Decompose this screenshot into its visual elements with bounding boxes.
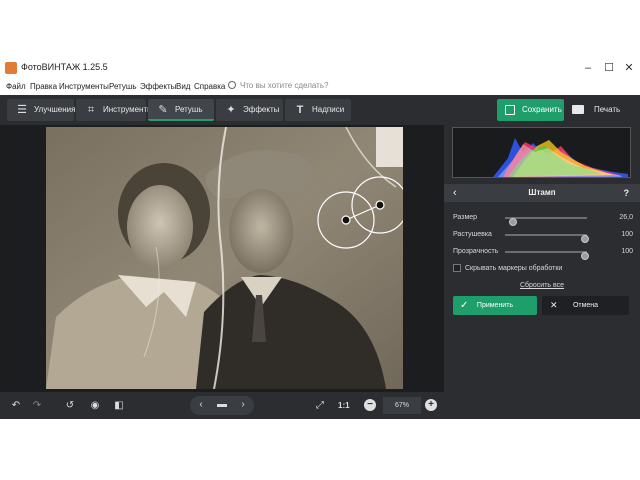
- size-value: 26,0: [619, 214, 633, 221]
- save-label: Сохранить: [522, 105, 562, 114]
- feather-value: 100: [621, 231, 633, 238]
- apply-button[interactable]: ✓ Применить: [453, 296, 537, 315]
- opacity-slider[interactable]: [505, 251, 589, 260]
- apply-label: Применить: [476, 302, 514, 309]
- menu-view[interactable]: Вид: [176, 82, 190, 91]
- print-button[interactable]: Печать: [570, 99, 630, 121]
- feather-label: Растушевка: [453, 231, 492, 238]
- file-navigation: ‹ ▬ ›: [190, 396, 254, 415]
- menu-retouch[interactable]: Ретушь: [109, 82, 137, 91]
- search-icon: [228, 81, 236, 89]
- crop-icon: ⌗: [87, 104, 95, 116]
- next-photo-icon[interactable]: ›: [234, 396, 252, 414]
- reset-all-link[interactable]: Сбросить все: [444, 282, 640, 289]
- magic-wand-icon: ✦: [226, 104, 236, 116]
- fit-to-screen-icon[interactable]: ⤢: [311, 397, 329, 415]
- back-arrow-icon[interactable]: ‹: [453, 184, 457, 202]
- main-toolbar: ☰ Улучшения ⌗ Инструменты ✎ Ретушь ✦ Эффекты…: [0, 95, 640, 125]
- size-slider-thumb[interactable]: [509, 218, 517, 226]
- text-icon: T: [296, 104, 304, 116]
- photo-canvas[interactable]: [46, 127, 403, 389]
- tab-effects[interactable]: ✦ Эффекты: [216, 99, 283, 121]
- tab-tools[interactable]: ⌗ Инструменты: [76, 99, 153, 121]
- size-slider[interactable]: [505, 217, 587, 226]
- feather-slider-thumb[interactable]: [581, 235, 589, 243]
- search-placeholder: Что вы хотите сделать?: [240, 81, 329, 90]
- reset-rotate-icon[interactable]: ↺: [61, 397, 79, 415]
- bottom-bar: ↶ ↷ ↺ ◉ ◧ ‹ ▬ › ⤢ 1:1 − 67% +: [0, 392, 444, 419]
- sliders-icon: ☰: [17, 104, 27, 116]
- menu-file[interactable]: Файл: [6, 82, 26, 91]
- tab-label: Эффекты: [243, 105, 280, 114]
- compare-icon[interactable]: ◧: [110, 397, 128, 415]
- cancel-label: Отмена: [572, 302, 599, 309]
- title-bar: ФотоВИНТАЖ 1.25.5 – ☐ ✕: [0, 57, 640, 79]
- redo-icon[interactable]: ↷: [28, 397, 46, 415]
- hide-markers-label: Скрывать маркеры обработки: [465, 264, 563, 272]
- tab-label: Надписи: [312, 105, 345, 114]
- panel-title: Штамп: [528, 188, 556, 197]
- tab-label: Ретушь: [175, 105, 203, 114]
- close-window-button[interactable]: ✕: [618, 59, 640, 77]
- hide-markers-checkbox[interactable]: [453, 264, 461, 272]
- close-icon: ✕: [550, 300, 558, 310]
- hide-markers-option[interactable]: Скрывать маркеры обработки: [453, 264, 562, 272]
- brush-icon: ✎: [158, 104, 168, 116]
- zoom-level[interactable]: 67%: [383, 397, 421, 414]
- tab-label: Инструменты: [103, 105, 153, 114]
- tab-captions[interactable]: T Надписи: [285, 99, 351, 121]
- undo-icon[interactable]: ↶: [7, 397, 25, 415]
- menu-effects[interactable]: Эффекты: [140, 82, 176, 91]
- canvas-area[interactable]: [0, 125, 444, 392]
- app-logo-icon: [5, 62, 17, 74]
- size-slider-row: Размер 26,0: [453, 212, 633, 226]
- opacity-slider-thumb[interactable]: [581, 252, 589, 260]
- opacity-slider-row: Прозрачность 100: [453, 246, 633, 260]
- size-label: Размер: [453, 214, 478, 221]
- maximize-button[interactable]: ☐: [598, 59, 620, 77]
- app-title: ФотоВИНТАЖ 1.25.5: [21, 62, 108, 72]
- save-button[interactable]: Сохранить: [497, 99, 564, 121]
- panel-header: ‹ Штамп ?: [444, 184, 640, 202]
- command-search[interactable]: Что вы хотите сделать?: [228, 80, 328, 90]
- opacity-label: Прозрачность: [453, 248, 499, 255]
- cancel-button[interactable]: ✕ Отмена: [542, 296, 629, 315]
- tab-label: Улучшения: [34, 105, 76, 114]
- feather-slider-row: Растушевка 100: [453, 229, 633, 243]
- minimize-button[interactable]: –: [577, 59, 599, 77]
- menu-edit[interactable]: Правка: [30, 82, 57, 91]
- print-label: Печать: [594, 105, 621, 114]
- actual-size-button[interactable]: 1:1: [338, 397, 350, 415]
- histogram: [452, 127, 631, 178]
- previous-photo-icon[interactable]: ‹: [192, 396, 210, 414]
- floppy-disk-icon: [505, 105, 515, 115]
- old-photo-image: [46, 127, 403, 389]
- printer-icon: [572, 105, 584, 114]
- tab-enhancements[interactable]: ☰ Улучшения: [7, 99, 76, 121]
- zoom-in-button[interactable]: +: [425, 399, 437, 411]
- menu-bar: Файл Правка Инструменты Ретушь Эффекты В…: [0, 79, 640, 95]
- zoom-out-button[interactable]: −: [364, 399, 376, 411]
- menu-tools[interactable]: Инструменты: [59, 82, 109, 91]
- checkmark-icon: ✓: [460, 300, 469, 311]
- tab-retouch[interactable]: ✎ Ретушь: [148, 99, 214, 121]
- folder-icon[interactable]: ▬: [213, 396, 231, 414]
- help-icon[interactable]: ?: [624, 184, 630, 202]
- menu-help[interactable]: Справка: [194, 82, 225, 91]
- feather-slider[interactable]: [505, 234, 589, 243]
- opacity-value: 100: [621, 248, 633, 255]
- stamp-panel: ‹ Штамп ? Размер 26,0 Растушевка 100 Про…: [444, 125, 640, 419]
- eye-preview-icon[interactable]: ◉: [86, 397, 104, 415]
